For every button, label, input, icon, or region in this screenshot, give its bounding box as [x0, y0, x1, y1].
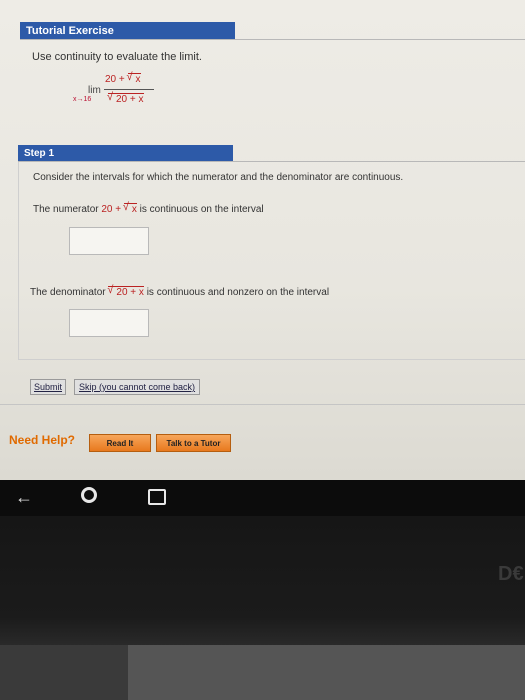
- limit-expression: 20 + x lim x→16 20 + x: [60, 71, 170, 111]
- read-it-button[interactable]: Read It: [89, 434, 151, 452]
- numerator-statement: The numerator 20 + x is continuous on th…: [33, 201, 264, 215]
- lim-word: lim: [88, 85, 101, 96]
- sqrt-x: x: [127, 71, 141, 85]
- need-help-label: Need Help?: [9, 433, 76, 447]
- recent-apps-icon[interactable]: [148, 489, 166, 505]
- talk-to-tutor-button[interactable]: Talk to a Tutor: [156, 434, 231, 452]
- denominator-interval-input[interactable]: [69, 309, 149, 337]
- numerator-interval-input[interactable]: [69, 227, 149, 255]
- submit-button[interactable]: Submit: [30, 379, 67, 395]
- limit-subscript: x→16: [73, 96, 92, 103]
- limit-numerator: 20 + x: [105, 71, 141, 85]
- tutorial-header: Tutorial Exercise: [20, 22, 235, 40]
- home-circle-icon[interactable]: [81, 487, 97, 503]
- problem-prompt: Use continuity to evaluate the limit.: [32, 51, 202, 63]
- back-arrow-icon[interactable]: ←: [12, 487, 36, 509]
- step-header: Step 1: [18, 145, 233, 162]
- browser-content: Tutorial Exercise Use continuity to eval…: [0, 0, 525, 480]
- step-instruction: Consider the intervals for which the num…: [33, 172, 404, 183]
- limit-denominator: 20 + x: [107, 91, 144, 105]
- header-divider: [20, 39, 525, 40]
- fraction-bar: [104, 89, 154, 90]
- device-logo: D€: [498, 563, 524, 585]
- denominator-statement: The denominator 20 + x is continuous and…: [30, 284, 329, 298]
- android-nav-bar: ←: [0, 480, 525, 516]
- denominator-expression: 20 + x: [107, 284, 144, 298]
- desk-surface-right: [128, 645, 525, 700]
- help-divider: [0, 404, 525, 405]
- desk-surface-left: [0, 645, 128, 700]
- skip-button[interactable]: Skip (you cannot come back): [74, 379, 201, 395]
- numerator-expression: 20 + x: [101, 201, 137, 215]
